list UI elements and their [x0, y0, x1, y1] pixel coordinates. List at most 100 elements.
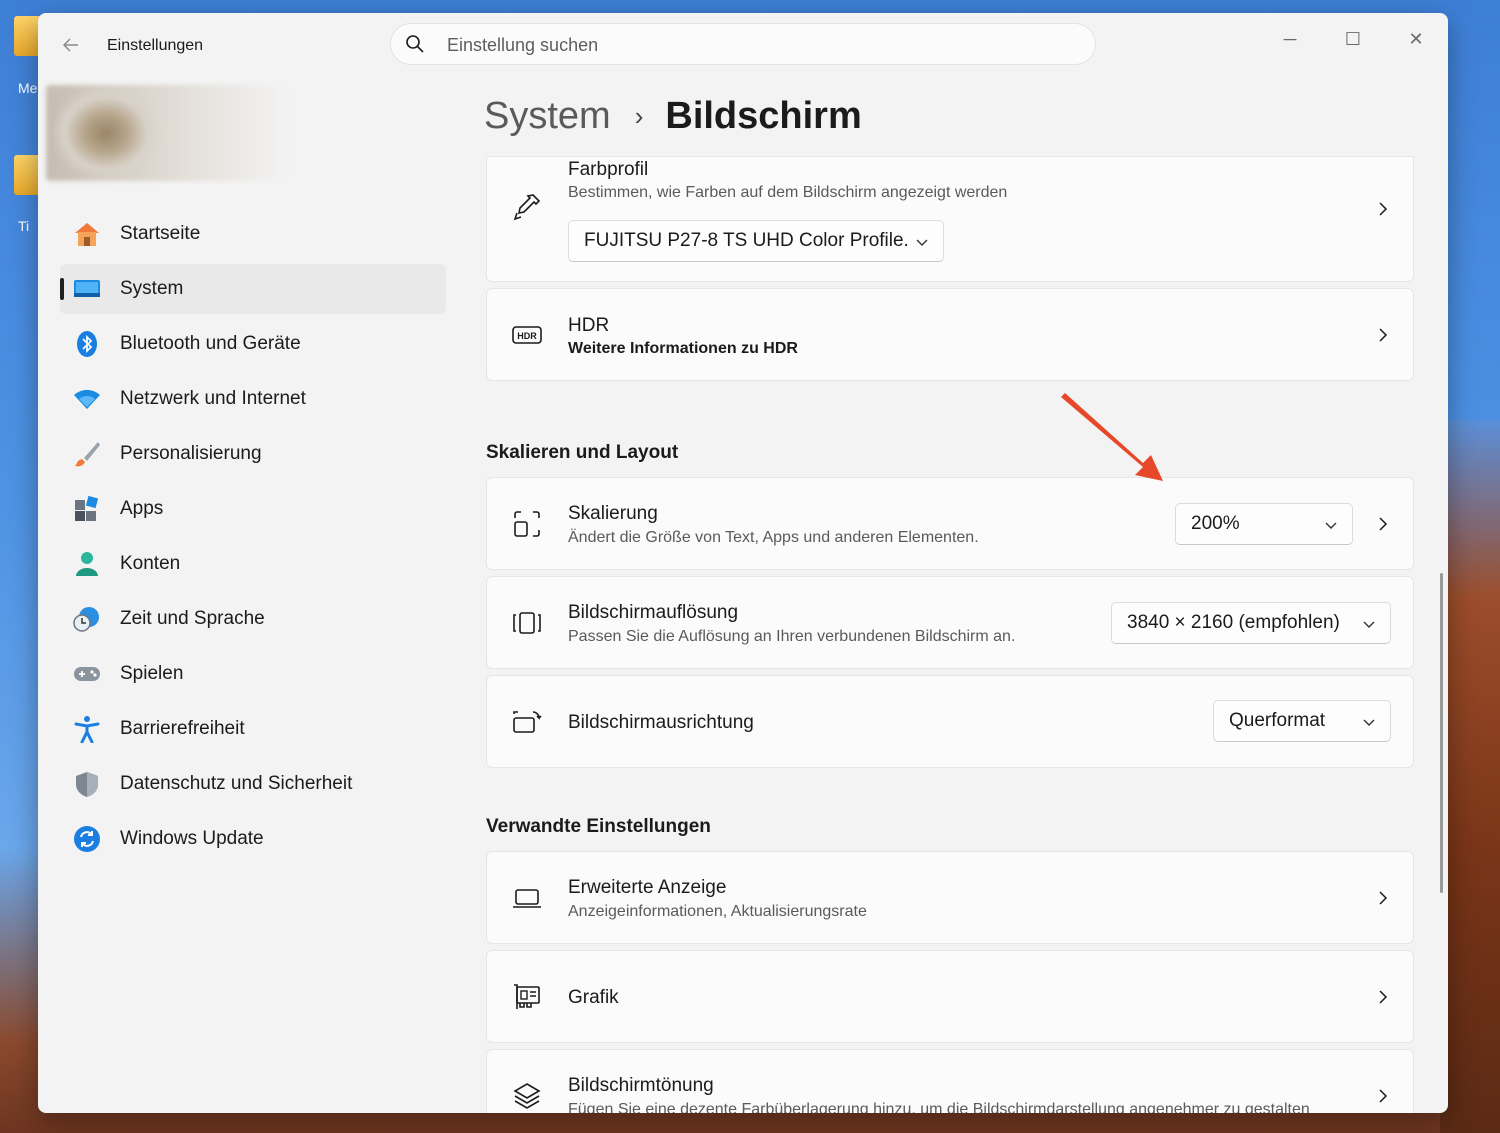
- paintbrush-icon: [75, 442, 100, 467]
- settings-window: Einstellungen ─ ☐ ✕ Startseite System Bl…: [38, 13, 1448, 1113]
- sidebar-item-label: System: [120, 278, 184, 299]
- hdr-icon: HDR: [512, 326, 542, 344]
- annotation-arrow-icon: [1061, 393, 1163, 481]
- skalierung-subtitle: Ändert die Größe von Text, Apps und ande…: [568, 529, 979, 546]
- erweiterte-anzeige-title: Erweiterte Anzeige: [568, 877, 727, 898]
- orientation-value: Querformat: [1229, 710, 1326, 731]
- breadcrumb-separator: ›: [634, 100, 644, 131]
- chevron-right-icon: [1379, 517, 1388, 531]
- arrow-left-icon: [62, 38, 78, 52]
- skalierung-title: Skalierung: [568, 503, 658, 524]
- orientation-icon: [513, 711, 542, 733]
- desktop-folder-label[interactable]: Ti: [18, 218, 29, 234]
- skalierung-card[interactable]: Skalierung Ändert die Größe von Text, Ap…: [486, 477, 1414, 570]
- bildschirmtoenung-title: Bildschirmtönung: [568, 1075, 714, 1096]
- sidebar-item-label: Bluetooth und Geräte: [120, 333, 301, 354]
- erweiterte-anzeige-card[interactable]: Erweiterte Anzeige Anzeigeinformationen,…: [486, 851, 1414, 944]
- sidebar-item-barrierefreiheit[interactable]: Barrierefreiheit: [60, 704, 446, 754]
- sidebar-item-windows-update[interactable]: Windows Update: [60, 814, 446, 864]
- farbprofil-card[interactable]: Farbprofil Bestimmen, wie Farben auf dem…: [486, 156, 1414, 282]
- user-profile-avatar[interactable]: [46, 85, 286, 181]
- accessibility-icon: [74, 716, 100, 743]
- sidebar-item-label: Windows Update: [120, 828, 264, 849]
- sidebar-item-netzwerk[interactable]: Netzwerk und Internet: [60, 374, 446, 424]
- sidebar-item-bluetooth[interactable]: Bluetooth und Geräte: [60, 319, 446, 369]
- sidebar-item-label: Datenschutz und Sicherheit: [120, 773, 353, 794]
- sidebar-item-spielen[interactable]: Spielen: [60, 649, 446, 699]
- page-title: Bildschirm: [665, 94, 862, 137]
- system-display-icon: [74, 280, 100, 297]
- maximize-button[interactable]: ☐: [1329, 21, 1377, 57]
- chevron-down-icon: [1363, 621, 1375, 628]
- scale-dropdown[interactable]: 200%: [1175, 503, 1353, 545]
- back-button[interactable]: [58, 35, 84, 61]
- desktop-wallpaper-rock: [1440, 420, 1500, 1133]
- sidebar-item-apps[interactable]: Apps: [60, 484, 446, 534]
- resolution-value: 3840 × 2160 (empfohlen): [1127, 612, 1340, 633]
- title-bar: Einstellungen ─ ☐ ✕: [38, 13, 1448, 83]
- account-icon: [76, 552, 98, 576]
- ausrichtung-title: Bildschirmausrichtung: [568, 712, 754, 733]
- farbprofil-title: Farbprofil: [568, 159, 649, 180]
- chevron-right-icon: [1379, 328, 1388, 342]
- app-title: Einstellungen: [107, 37, 204, 54]
- sidebar-item-label: Personalisierung: [120, 443, 262, 464]
- erweiterte-anzeige-subtitle: Anzeigeinformationen, Aktualisierungsrat…: [568, 903, 867, 920]
- layers-icon: [513, 1083, 541, 1109]
- sidebar-item-konten[interactable]: Konten: [60, 539, 446, 589]
- chevron-right-icon: [1379, 202, 1388, 216]
- color-profile-value: FUJITSU P27-8 TS UHD Color Profile.: [584, 230, 909, 251]
- close-button[interactable]: ✕: [1392, 21, 1440, 57]
- chevron-right-icon: [1379, 891, 1388, 905]
- aufloesung-subtitle: Passen Sie die Auflösung an Ihren verbun…: [568, 628, 1016, 645]
- hdr-card[interactable]: HDR HDR Weitere Informationen zu HDR: [486, 288, 1414, 381]
- sidebar-item-label: Barrierefreiheit: [120, 718, 245, 739]
- aufloesung-title: Bildschirmauflösung: [568, 602, 739, 623]
- sidebar-item-startseite[interactable]: Startseite: [60, 209, 446, 259]
- sidebar-item-personalisierung[interactable]: Personalisierung: [60, 429, 446, 479]
- content-scrollbar[interactable]: [1440, 573, 1443, 893]
- hdr-info-link[interactable]: Weitere Informationen zu HDR: [568, 340, 798, 358]
- section-title-scale-layout: Skalieren und Layout: [486, 442, 679, 463]
- shield-icon: [76, 772, 98, 797]
- apps-icon: [75, 495, 99, 521]
- bildschirmtoenung-card[interactable]: Bildschirmtönung Fügen Sie eine dezente …: [486, 1049, 1414, 1113]
- color-profile-dropdown[interactable]: FUJITSU P27-8 TS UHD Color Profile.: [568, 220, 944, 262]
- chevron-down-icon: [916, 239, 928, 246]
- sidebar-item-datenschutz[interactable]: Datenschutz und Sicherheit: [60, 759, 446, 809]
- sidebar-nav: Startseite System Bluetooth und Geräte N…: [60, 209, 446, 869]
- sidebar-item-label: Startseite: [120, 223, 201, 244]
- search-icon: [406, 35, 424, 53]
- hdr-title: HDR: [568, 315, 610, 336]
- resolution-icon: [513, 612, 541, 634]
- chevron-down-icon: [1363, 719, 1375, 726]
- scale-value: 200%: [1191, 513, 1240, 534]
- search-input[interactable]: [445, 32, 1049, 58]
- scale-icon: [514, 511, 540, 537]
- aufloesung-card: Bildschirmauflösung Passen Sie die Auflö…: [486, 576, 1414, 669]
- farbprofil-subtitle: Bestimmen, wie Farben auf dem Bildschirm…: [568, 184, 1008, 201]
- sidebar-item-label: Zeit und Sprache: [120, 608, 265, 629]
- sidebar-item-system[interactable]: System: [60, 264, 446, 314]
- laptop-icon: [513, 889, 541, 908]
- eyedropper-icon: [513, 194, 541, 221]
- bluetooth-icon: [77, 331, 97, 357]
- sidebar-item-zeit[interactable]: Zeit und Sprache: [60, 594, 446, 644]
- breadcrumb-parent-link[interactable]: System: [484, 95, 611, 138]
- desktop-shortcut-label[interactable]: Me: [18, 80, 37, 96]
- grafik-title: Grafik: [568, 987, 619, 1008]
- sidebar-item-label: Netzwerk und Internet: [120, 388, 306, 409]
- sidebar-item-label: Konten: [120, 553, 181, 574]
- graphics-card-icon: [514, 984, 540, 1009]
- minimize-button[interactable]: ─: [1266, 21, 1314, 57]
- hdr-icon-text: HDR: [517, 331, 537, 341]
- grafik-card[interactable]: Grafik: [486, 950, 1414, 1043]
- resolution-dropdown[interactable]: 3840 × 2160 (empfohlen): [1111, 602, 1391, 644]
- bildschirmtoenung-subtitle: Fügen Sie eine dezente Farbüberlagerung …: [568, 1101, 1310, 1113]
- search-box[interactable]: [390, 23, 1096, 65]
- orientation-dropdown[interactable]: Querformat: [1213, 700, 1391, 742]
- update-icon: [74, 826, 100, 852]
- chevron-down-icon: [1325, 522, 1337, 529]
- section-title-related: Verwandte Einstellungen: [486, 816, 711, 837]
- ausrichtung-card: Bildschirmausrichtung Querformat: [486, 675, 1414, 768]
